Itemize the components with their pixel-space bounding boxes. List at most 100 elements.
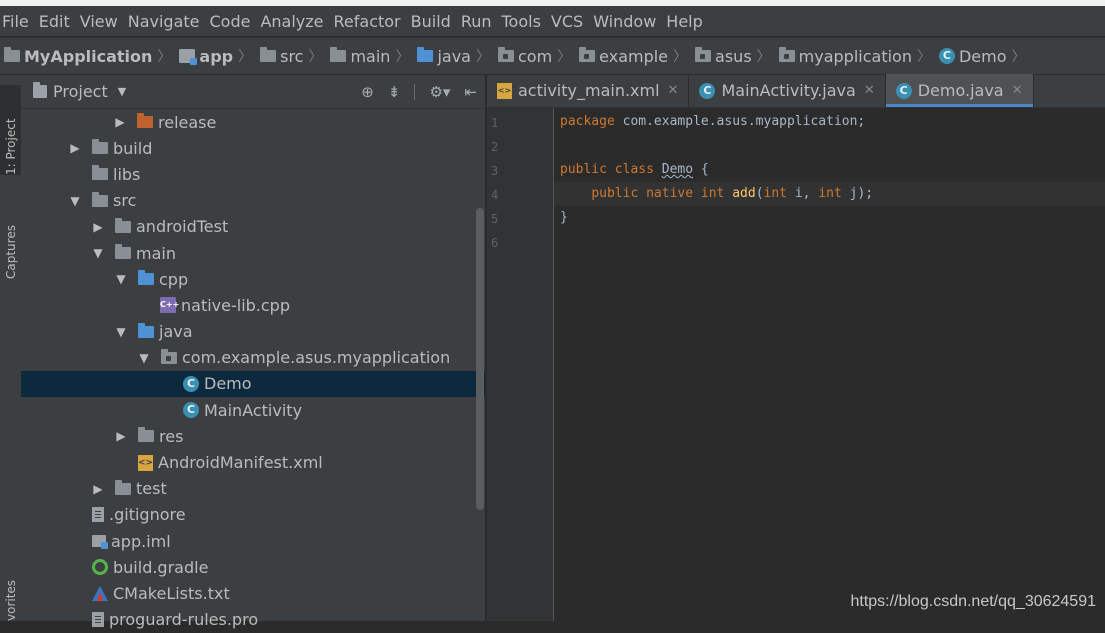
- tree-row-release[interactable]: ▶ release: [21, 109, 485, 135]
- expand-arrow-icon[interactable]: ▶: [114, 429, 128, 443]
- tree-row-cmakelists[interactable]: ▶ CMakeLists.txt: [21, 580, 485, 606]
- tree-row-demo[interactable]: ▶ C Demo: [21, 370, 485, 398]
- folder-icon: [92, 191, 108, 207]
- text-file-icon: [92, 507, 104, 523]
- expand-arrow-icon[interactable]: ▶: [91, 220, 105, 234]
- tab-activity-main[interactable]: <> activity_main.xml ✕: [487, 74, 690, 107]
- tree-row-test[interactable]: ▶ test: [21, 476, 485, 502]
- tree-row-gitignore[interactable]: ▶ .gitignore: [21, 502, 485, 528]
- tree-row-native-lib[interactable]: ▶ C++ native-lib.cpp: [21, 292, 485, 318]
- breadcrumb-item-app[interactable]: app 〉: [179, 46, 260, 66]
- expand-arrow-icon[interactable]: ▶: [91, 482, 105, 496]
- editor-tabs: <> activity_main.xml ✕ C MainActivity.ja…: [487, 74, 1105, 108]
- chevron-down-icon[interactable]: ▼: [118, 85, 126, 98]
- keyword: public class: [560, 162, 654, 177]
- menu-help[interactable]: Help: [663, 12, 709, 31]
- close-icon[interactable]: ✕: [864, 83, 875, 98]
- folder-icon: [115, 479, 131, 495]
- menu-window[interactable]: Window: [590, 12, 663, 31]
- tree-row-package[interactable]: ▼ com.example.asus.myapplication: [21, 345, 485, 371]
- menu-vcs[interactable]: VCS: [548, 12, 590, 31]
- package-icon: [778, 47, 795, 62]
- collapse-arrow-icon[interactable]: ▼: [91, 246, 105, 260]
- tree-row-mainactivity[interactable]: ▶ C MainActivity: [21, 397, 485, 423]
- menu-code[interactable]: Code: [207, 12, 258, 31]
- chevron-right-icon: 〉: [395, 49, 410, 65]
- tree-item-label: res: [159, 426, 184, 446]
- breadcrumb-item-main[interactable]: main 〉: [330, 46, 417, 66]
- tool-tab-captures[interactable]: Captures: [0, 195, 21, 279]
- tree-row-build[interactable]: ▶ build: [21, 135, 485, 161]
- close-icon[interactable]: ✕: [1012, 83, 1023, 98]
- menu-refactor[interactable]: Refactor: [331, 12, 408, 31]
- tool-tab-favorites[interactable]: vorites: [0, 571, 21, 621]
- menu-view[interactable]: View: [77, 12, 125, 31]
- tool-tab-project[interactable]: 1: Project: [0, 85, 21, 175]
- tree-row-manifest[interactable]: ▶ <> AndroidManifest.xml: [21, 449, 485, 475]
- tree-item-label: libs: [113, 164, 141, 184]
- tree-row-app-iml[interactable]: ▶ app.iml: [21, 528, 485, 554]
- breadcrumb-label: myapplication: [798, 46, 912, 66]
- tree-item-label: .gitignore: [109, 505, 186, 525]
- tree-item-label: test: [136, 479, 167, 499]
- tree-row-proguard[interactable]: ▶ proguard-rules.pro: [21, 607, 485, 633]
- breadcrumb-label: asus: [715, 46, 752, 66]
- breadcrumb-item-demo[interactable]: C Demo 〉: [938, 46, 1034, 66]
- menu-build[interactable]: Build: [408, 12, 458, 31]
- gradle-icon: [92, 559, 108, 576]
- project-tree-scrollbar[interactable]: [476, 208, 484, 510]
- class-icon: C: [895, 82, 912, 99]
- breadcrumb-label: main: [350, 46, 391, 66]
- tab-demo[interactable]: C Demo.java ✕: [885, 74, 1034, 107]
- breadcrumb-item-myapplication[interactable]: MyApplication 〉: [4, 46, 179, 66]
- chevron-right-icon: 〉: [308, 49, 323, 65]
- tree-item-label: CMakeLists.txt: [113, 583, 230, 603]
- scroll-from-source-icon[interactable]: ⊕: [361, 83, 374, 101]
- code-line-4: public native int add(int i, int j);: [560, 186, 873, 201]
- menu-run[interactable]: Run: [458, 12, 499, 31]
- breadcrumb-label: com: [517, 46, 553, 66]
- gear-icon[interactable]: ⚙▾: [429, 83, 450, 101]
- menu-analyze[interactable]: Analyze: [257, 12, 330, 31]
- expand-arrow-icon[interactable]: ▶: [68, 141, 82, 155]
- tree-row-main[interactable]: ▼ main: [21, 240, 485, 266]
- tree-row-libs[interactable]: ▶ libs: [21, 161, 485, 187]
- breadcrumb-item-src[interactable]: src 〉: [260, 46, 330, 66]
- expand-arrow-icon[interactable]: ▶: [113, 115, 127, 129]
- close-icon[interactable]: ✕: [668, 83, 679, 98]
- keyword: package: [560, 114, 615, 129]
- tree-row-src[interactable]: ▼ src: [21, 188, 485, 214]
- code-area[interactable]: package com.example.asus.myapplication; …: [560, 108, 1105, 621]
- tree-row-build-gradle[interactable]: ▶ build.gradle: [21, 554, 485, 580]
- tree-row-androidtest[interactable]: ▶ androidTest: [21, 214, 485, 240]
- menu-edit[interactable]: Edit: [36, 12, 77, 31]
- tree-row-res[interactable]: ▶ res: [21, 423, 485, 449]
- chevron-right-icon: 〉: [916, 49, 931, 65]
- menu-file[interactable]: File: [0, 12, 36, 31]
- hide-panel-icon[interactable]: ⇤: [464, 83, 477, 101]
- tree-row-java[interactable]: ▼ java: [21, 319, 485, 345]
- breadcrumb-item-java[interactable]: java 〉: [417, 46, 498, 66]
- cmake-icon: [92, 585, 108, 601]
- collapse-arrow-icon[interactable]: ▼: [114, 272, 128, 286]
- breadcrumb-item-myapplication-package[interactable]: myapplication 〉: [778, 46, 939, 66]
- menu-tools[interactable]: Tools: [499, 12, 548, 31]
- line-number: 5: [491, 212, 499, 226]
- code-text: {: [693, 162, 709, 177]
- tree-row-cpp[interactable]: ▼ cpp: [21, 266, 485, 292]
- tab-mainactivity[interactable]: C MainActivity.java ✕: [689, 74, 886, 107]
- project-view-selector[interactable]: Project: [53, 82, 108, 101]
- collapse-all-icon[interactable]: ⇟: [388, 83, 401, 101]
- breadcrumb: MyApplication 〉 app 〉 src 〉 main 〉 java …: [0, 37, 1105, 75]
- chevron-right-icon: 〉: [756, 49, 771, 65]
- menu-navigate[interactable]: Navigate: [125, 12, 207, 31]
- breadcrumb-item-asus[interactable]: asus 〉: [695, 46, 779, 66]
- tab-label: MainActivity.java: [721, 81, 856, 100]
- collapse-arrow-icon[interactable]: ▼: [137, 351, 151, 365]
- code-text: }: [560, 210, 568, 225]
- collapse-arrow-icon[interactable]: ▼: [114, 325, 128, 339]
- chevron-right-icon: 〉: [557, 49, 572, 65]
- collapse-arrow-icon[interactable]: ▼: [68, 194, 82, 208]
- breadcrumb-item-com[interactable]: com 〉: [497, 46, 579, 66]
- breadcrumb-item-example[interactable]: example 〉: [579, 46, 695, 66]
